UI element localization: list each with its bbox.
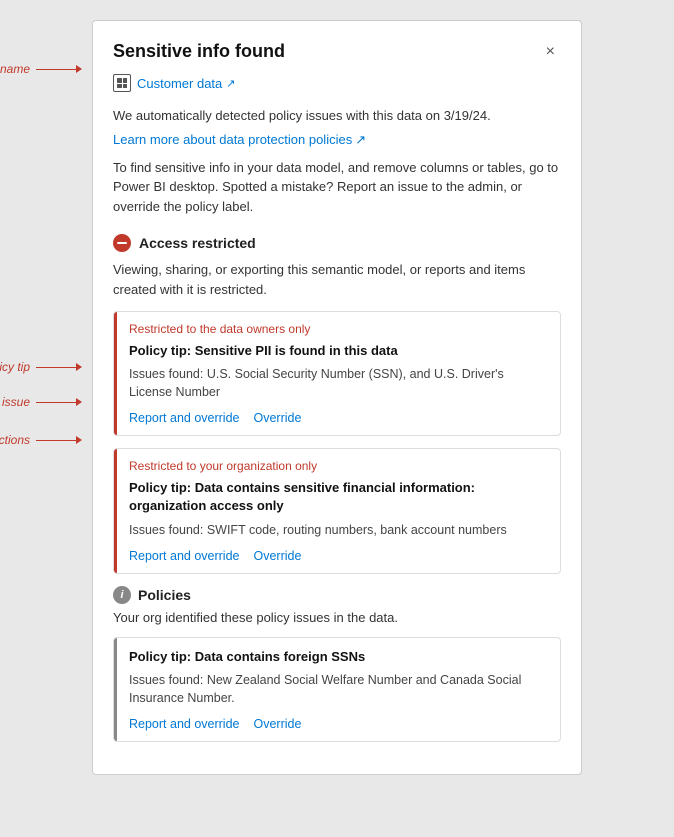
policy-actions-2: Report and override Override [129,549,548,563]
item-icon [113,74,131,92]
report-override-2[interactable]: Report and override [129,549,239,563]
policy-tip-title-2: Policy tip: Data contains sensitive fina… [129,479,548,515]
policy-issues-2: Issues found: SWIFT code, routing number… [129,522,548,540]
report-override-1[interactable]: Report and override [129,411,239,425]
policy-card-2-inner: Restricted to your organization only Pol… [114,449,560,573]
annotations-layer: Item name Policy tip Cause of issue Poss… [0,20,92,775]
learn-more-external-icon: ↗ [355,132,366,148]
access-restricted-title: Access restricted [139,235,256,251]
possible-actions-annotation-label: Possible actions [0,433,30,447]
policies-header: i Policies [113,586,561,604]
item-name-arrow [36,65,82,73]
close-button[interactable]: × [540,42,561,62]
policy-issues-3: Issues found: New Zealand Social Welfare… [129,672,548,707]
policy-issues-1: Issues found: U.S. Social Security Numbe… [129,366,548,401]
panel-header: Sensitive info found × [113,41,561,62]
policies-section: i Policies Your org identified these pol… [113,586,561,742]
info-icon: i [113,586,131,604]
override-3[interactable]: Override [253,717,301,731]
item-external-icon: ↗ [226,77,235,90]
learn-more-link[interactable]: Learn more about data protection policie… [113,132,366,148]
policy-actions-1: Report and override Override [129,411,548,425]
item-name-text: Customer data [137,76,222,91]
policy-card-3-inner: Policy tip: Data contains foreign SSNs I… [114,638,560,741]
description2: To find sensitive info in your data mode… [113,158,561,217]
panel-title: Sensitive info found [113,41,285,62]
learn-more-text: Learn more about data protection policie… [113,132,352,147]
policy-tip-title-3: Policy tip: Data contains foreign SSNs [129,648,548,666]
item-name-row: Customer data ↗ [113,74,561,92]
report-override-3[interactable]: Report and override [129,717,239,731]
restriction-label-2: Restricted to your organization only [129,459,548,473]
policy-card-1: Restricted to the data owners only Polic… [113,311,561,436]
item-name-annotation-label: Item name [0,62,30,76]
policies-title: Policies [138,587,191,603]
override-2[interactable]: Override [253,549,301,563]
policy-actions-3: Report and override Override [129,717,548,731]
access-restricted-desc: Viewing, sharing, or exporting this sema… [113,260,561,299]
override-1[interactable]: Override [253,411,301,425]
item-icon-grid [117,78,127,88]
policy-tip-annotation-label: Policy tip [0,360,30,374]
policy-card-2: Restricted to your organization only Pol… [113,448,561,574]
sensitive-info-panel: Sensitive info found × Customer data ↗ W… [92,20,582,775]
restricted-icon [113,234,131,252]
restriction-label-1: Restricted to the data owners only [129,322,548,336]
description1: We automatically detected policy issues … [113,106,561,126]
possible-actions-arrow [36,436,82,444]
item-name-link[interactable]: Customer data ↗ [137,76,235,91]
policies-desc: Your org identified these policy issues … [113,610,561,625]
policy-tip-arrow [36,363,82,371]
access-restricted-header: Access restricted [113,234,561,252]
policy-card-3: Policy tip: Data contains foreign SSNs I… [113,637,561,742]
policy-tip-title-1: Policy tip: Sensitive PII is found in th… [129,342,548,360]
cause-annotation-label: Cause of issue [0,395,30,409]
policy-card-1-inner: Restricted to the data owners only Polic… [114,312,560,435]
cause-arrow [36,398,82,406]
